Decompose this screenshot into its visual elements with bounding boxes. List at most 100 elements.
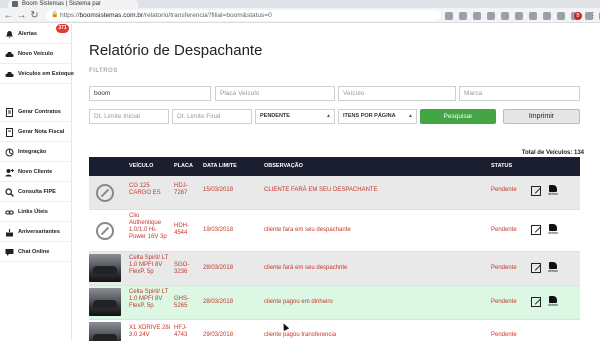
invoice-icon [5, 127, 14, 137]
column-header: DATA LIMITE [203, 163, 237, 169]
browser-toolbar: ← → ↻ 🔒 https://boomsistemas.com.br/rela… [0, 8, 600, 23]
sidebar-item-label: Alertas [18, 31, 37, 37]
vehicle-photo [89, 322, 121, 341]
sidebar: Alertas 371 Novo Veículo Veículos em Est… [0, 24, 74, 341]
car-plus-icon [5, 50, 14, 59]
extension-icon[interactable] [459, 11, 467, 20]
deadline-date: 28/03/2018 [203, 265, 234, 271]
status-text: Pendente [491, 265, 517, 271]
main-content: Relatório de Despachante FILTROS boom Pl… [73, 24, 600, 341]
observation: cliente fará em seu despachnte [264, 265, 348, 271]
address-bar[interactable]: 🔒 https://boomsistemas.com.br/relatorio/… [46, 10, 441, 21]
star-icon[interactable] [445, 11, 453, 20]
extension-icon[interactable] [529, 11, 537, 20]
browser-tab[interactable]: Boom Sistemas | Sistema par [8, 0, 138, 8]
vehicle-name: CG 125 CARGO ES [129, 183, 161, 196]
profile-avatar[interactable]: B [574, 12, 582, 20]
chevron-down-icon: ▲ [326, 113, 331, 119]
table-row[interactable]: Clio Authentique 1.0/1.0 Hi-Power 16V 3p… [89, 210, 580, 252]
date-end-input[interactable]: Dt. Limite Final [172, 109, 252, 124]
table-header: VEÍCULO PLACA DATA LIMITE OBSERVAÇÃO STA… [89, 157, 580, 176]
status-text: Pendente [491, 299, 517, 305]
table-row[interactable]: Celta Spirit/ LT 1.0 MPFI 8V FlexP. 5p S… [89, 252, 580, 286]
extension-icon[interactable] [473, 11, 481, 20]
sidebar-item-consulta-fipe[interactable]: Consulta FIPE [0, 182, 72, 202]
sidebar-item-novo-cliente[interactable]: Novo Cliente [0, 162, 72, 182]
vehicle-name: X1 XDRIVE 28i 3.0 24V [129, 325, 171, 338]
detran-icon[interactable]: detran [547, 296, 559, 309]
no-photo-icon [89, 217, 121, 245]
lock-icon: 🔒 [51, 12, 59, 18]
sidebar-item-gerar-contratos[interactable]: Gerar Contratos [0, 102, 72, 122]
sidebar-item-chat-online[interactable]: Chat Online [0, 242, 72, 262]
menu-icon[interactable]: ⋮ [589, 11, 597, 20]
edit-icon[interactable] [531, 297, 541, 307]
per-page-select[interactable]: ITENS POR PÁGINA ▲ [338, 109, 417, 124]
vehicle-name: Celta Spirit/ LT 1.0 MPFI 8V FlexP. 5p [129, 255, 169, 275]
sidebar-item-aniversariantes[interactable]: Aniversariantes [0, 222, 72, 242]
favicon-icon [12, 1, 18, 7]
brand-input[interactable]: Marca [459, 86, 580, 101]
extension-icon[interactable] [501, 11, 509, 20]
column-header: VEÍCULO [129, 163, 154, 169]
detran-icon[interactable]: detran [547, 185, 559, 198]
sidebar-item-label: Chat Online [18, 249, 50, 255]
detran-icon[interactable]: detran [547, 262, 559, 275]
total-vehicles: Total de Veículos: 134 [521, 150, 584, 156]
detran-icon[interactable]: detran [547, 224, 559, 237]
extension-icon[interactable] [515, 11, 523, 20]
browser-tabstrip: Boom Sistemas | Sistema par [0, 0, 600, 8]
sidebar-item-label: Links Úteis [18, 209, 48, 215]
integration-icon [5, 148, 14, 157]
vehicle-plate: GHS-5265 [174, 296, 189, 309]
column-header: STATUS [491, 163, 513, 169]
status-select[interactable]: PENDENTE ▲ [255, 109, 335, 124]
url-host: boomsistemas.com.br [79, 12, 144, 19]
status-text: Pendente [491, 187, 517, 193]
print-button[interactable]: Imprimir [503, 109, 580, 124]
edit-icon[interactable] [531, 225, 541, 235]
sidebar-item-label: Consulta FIPE [18, 189, 56, 195]
vehicle-plate: HDH-4544 [174, 223, 189, 236]
vehicle-plate: SGO-3236 [174, 262, 190, 275]
bell-icon [5, 30, 14, 39]
sidebar-item-gerar-nota-fiscal[interactable]: Gerar Nota Fiscal [0, 122, 72, 142]
vehicle-input[interactable]: Veículo [338, 86, 456, 101]
sidebar-item-links-uteis[interactable]: Links Úteis [0, 202, 72, 222]
link-icon [5, 208, 14, 217]
date-start-input[interactable]: Dt. Limite Inicial [89, 109, 169, 124]
extension-icon[interactable] [543, 11, 551, 20]
extension-icon[interactable] [557, 11, 565, 20]
plate-input[interactable]: Placa Veículo [215, 86, 335, 101]
vehicle-name: Celta Spirit/ LT 1.0 MPFI 8V FlexP. 5p [129, 289, 169, 309]
sidebar-item-label: Gerar Nota Fiscal [18, 129, 65, 135]
url-path: /relatorio/transferencia?filial=boom&sta… [143, 12, 272, 19]
forward-icon[interactable]: → [16, 10, 27, 21]
table-row[interactable]: X1 XDRIVE 28i 3.0 24V HFJ-4743 29/03/201… [89, 320, 580, 341]
table-row[interactable]: Celta Spirit/ LT 1.0 MPFI 8V FlexP. 5p G… [89, 286, 580, 320]
sidebar-item-veiculos-estoque[interactable]: Veículos em Estoque [0, 64, 74, 84]
search-button[interactable]: Pesquisar [420, 109, 496, 124]
edit-icon[interactable] [531, 263, 541, 273]
table-row[interactable]: CG 125 CARGO ES HDJ-7287 15/03/2018 CLIE… [89, 176, 580, 210]
vehicle-photo [89, 254, 121, 282]
observation: cliente pagou em dinheiro [264, 299, 333, 305]
back-icon[interactable]: ← [3, 10, 14, 21]
detran-label: detran [548, 231, 558, 235]
vehicle-photo [89, 288, 121, 316]
search-icon [5, 187, 14, 197]
sidebar-item-alertas[interactable]: Alertas 371 [0, 24, 72, 44]
per-page-select-value: ITENS POR PÁGINA [343, 113, 396, 119]
vehicle-name: Clio Authentique 1.0/1.0 Hi-Power 16V 3p [129, 213, 167, 240]
reload-icon[interactable]: ↻ [29, 10, 40, 21]
sidebar-item-novo-veiculo[interactable]: Novo Veículo [0, 44, 72, 64]
detran-label: detran [548, 269, 558, 273]
filters-label: FILTROS [89, 68, 118, 74]
extension-icon[interactable] [487, 11, 495, 20]
status-select-value: PENDENTE [260, 113, 290, 119]
status-text: Pendente [491, 227, 517, 233]
sidebar-item-integracao[interactable]: Integração [0, 142, 72, 162]
edit-icon[interactable] [531, 186, 541, 196]
search-input[interactable]: boom [89, 86, 211, 101]
alert-count-badge: 371 [56, 24, 69, 33]
